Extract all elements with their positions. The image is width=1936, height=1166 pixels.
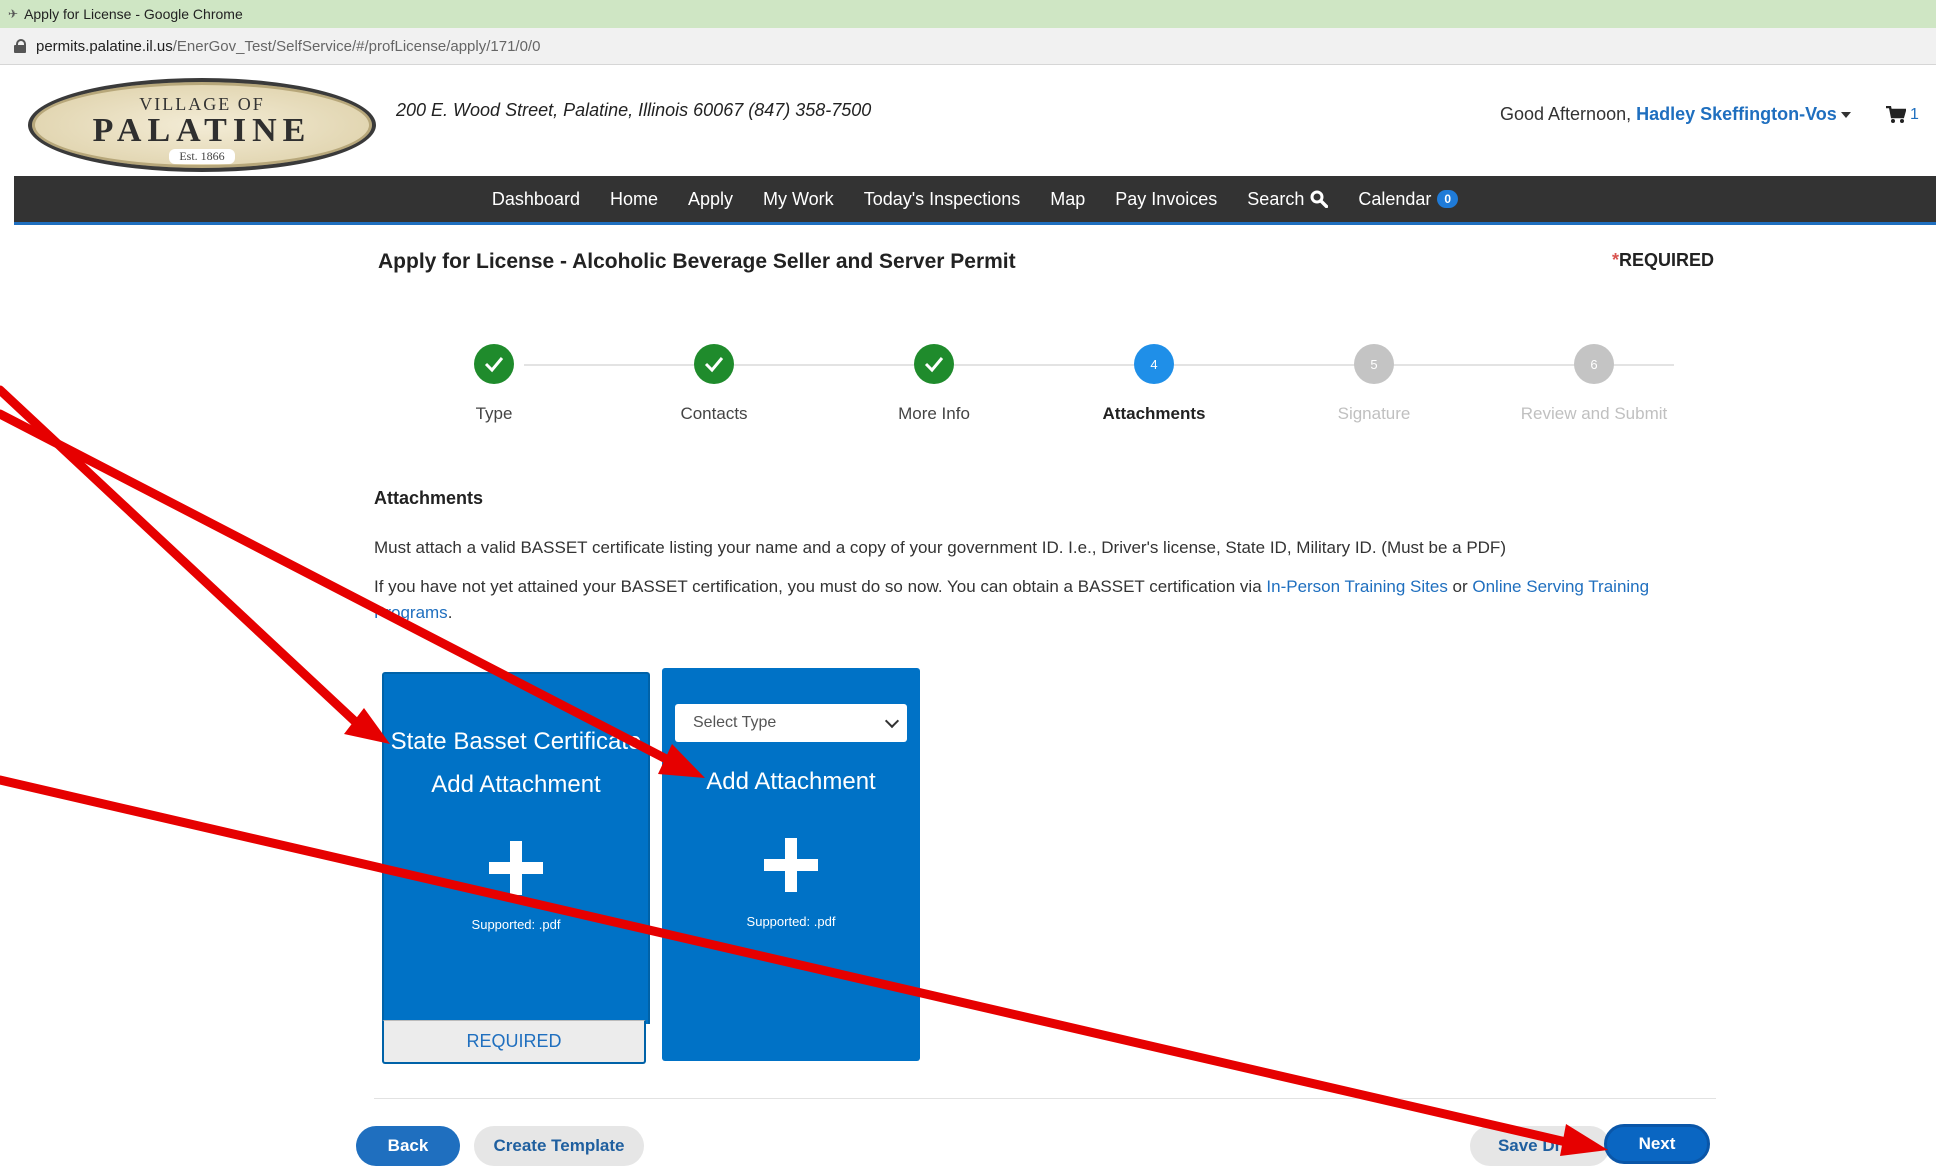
step-label: Type	[475, 404, 513, 423]
address-bar[interactable]: permits.palatine.il.us/EnerGov_Test/Self…	[0, 28, 1936, 65]
save-draft-button[interactable]: Save Draft	[1470, 1126, 1610, 1166]
back-button[interactable]: Back	[356, 1126, 460, 1166]
required-star: *	[1612, 250, 1620, 270]
check-icon	[694, 344, 734, 384]
nav-calendar-label: Calendar	[1358, 188, 1432, 209]
select-placeholder: Select Type	[693, 714, 777, 731]
supported-formats: Supported: .pdf	[746, 914, 836, 929]
site-header: VILLAGE OF PALATINE Est. 1866 200 E. Woo…	[0, 66, 1936, 176]
step-label: Contacts	[680, 404, 748, 423]
page-title: Apply for License - Alcoholic Beverage S…	[378, 250, 1016, 273]
basset-instructions-or: or	[1447, 577, 1473, 596]
generic-attachment-upload-card[interactable]: Select Type Add Attachment Supported: .p…	[662, 668, 920, 1061]
step-contacts[interactable]: Contacts	[614, 344, 814, 424]
basset-instructions-text: If you have not yet attained your BASSET…	[374, 577, 1267, 596]
step-label: More Info	[898, 404, 970, 423]
check-icon	[914, 344, 954, 384]
chevron-down-icon	[884, 713, 900, 729]
url-host[interactable]: permits.palatine.il.us	[36, 38, 173, 55]
basset-instructions: If you have not yet attained your BASSET…	[374, 574, 1704, 626]
nav-search[interactable]: Search	[1247, 188, 1329, 210]
attachment-type-select[interactable]: Select Type	[675, 704, 907, 742]
cart-button[interactable]: 1	[1886, 106, 1919, 124]
cart-icon	[1886, 106, 1906, 123]
nav-todays-inspections[interactable]: Today's Inspections	[864, 189, 1021, 210]
section-divider	[374, 1098, 1716, 1099]
logo-line2: PALATINE	[92, 112, 312, 149]
cart-count: 1	[1910, 106, 1919, 123]
add-attachment-label: Add Attachment	[706, 768, 876, 795]
step-attachments[interactable]: 4 Attachments	[1054, 344, 1254, 424]
step-number: 5	[1354, 344, 1394, 384]
user-menu[interactable]: Hadley Skeffington-Vos	[1636, 104, 1837, 124]
search-icon	[1310, 190, 1329, 208]
wizard-stepper: Type Contacts More Info 4 Attachments 5 …	[394, 344, 1800, 434]
add-attachment-label: Add Attachment	[431, 771, 601, 798]
card-title: State Basset Certificate	[390, 728, 642, 755]
village-address: 200 E. Wood Street, Palatine, Illinois 6…	[396, 100, 872, 120]
required-legend: *REQUIRED	[1612, 250, 1714, 271]
greeting-text: Good Afternoon,	[1500, 104, 1632, 124]
nav-calendar[interactable]: Calendar 0	[1358, 188, 1459, 210]
nav-home[interactable]: Home	[610, 189, 658, 210]
step-review-submit: 6 Review and Submit	[1494, 344, 1694, 424]
nav-pay-invoices[interactable]: Pay Invoices	[1115, 189, 1217, 210]
user-greeting[interactable]: Good Afternoon, Hadley Skeffington-Vos	[1500, 104, 1851, 125]
plus-icon[interactable]	[764, 838, 818, 892]
basset-certificate-upload-card[interactable]: State Basset Certificate Add Attachment …	[382, 672, 650, 1024]
nav-dashboard[interactable]: Dashboard	[492, 189, 580, 210]
caret-down-icon[interactable]	[1840, 112, 1851, 119]
window-title: Apply for License - Google Chrome	[24, 6, 243, 22]
logo-line3: Est. 1866	[169, 149, 235, 164]
step-number: 4	[1134, 344, 1174, 384]
supported-formats: Supported: .pdf	[471, 917, 561, 932]
in-person-training-link[interactable]: In-Person Training Sites	[1266, 577, 1447, 596]
step-more-info[interactable]: More Info	[834, 344, 1034, 424]
main-nav: Dashboard Home Apply My Work Today's Ins…	[14, 176, 1936, 225]
basset-instructions-end: .	[447, 603, 453, 622]
step-label: Attachments	[1102, 404, 1206, 423]
step-signature: 5 Signature	[1274, 344, 1474, 424]
attachments-heading: Attachments	[374, 488, 484, 508]
plus-icon[interactable]	[489, 841, 543, 895]
step-label: Signature	[1337, 404, 1411, 423]
calendar-count-badge: 0	[1437, 190, 1459, 208]
village-logo[interactable]: VILLAGE OF PALATINE Est. 1866	[28, 78, 376, 172]
nav-apply[interactable]: Apply	[688, 189, 733, 210]
lock-icon	[14, 39, 26, 53]
next-button[interactable]: Next	[1604, 1124, 1710, 1164]
nav-search-label: Search	[1247, 188, 1305, 209]
step-number: 6	[1574, 344, 1614, 384]
page-favicon-icon: ✈	[8, 7, 19, 21]
browser-title-bar: ✈ Apply for License - Google Chrome	[0, 0, 1936, 28]
nav-map[interactable]: Map	[1050, 189, 1085, 210]
create-template-button[interactable]: Create Template	[474, 1126, 644, 1166]
step-type[interactable]: Type	[394, 344, 594, 424]
arrow-to-basset-card	[0, 385, 367, 733]
attachment-instructions: Must attach a valid BASSET certificate l…	[374, 538, 1506, 557]
check-icon	[474, 344, 514, 384]
url-path[interactable]: /EnerGov_Test/SelfService/#/profLicense/…	[173, 38, 541, 55]
required-badge: REQUIRED	[382, 1020, 646, 1064]
nav-my-work[interactable]: My Work	[763, 189, 834, 210]
required-legend-text: REQUIRED	[1619, 250, 1715, 270]
step-label: Review and Submit	[1520, 404, 1668, 423]
